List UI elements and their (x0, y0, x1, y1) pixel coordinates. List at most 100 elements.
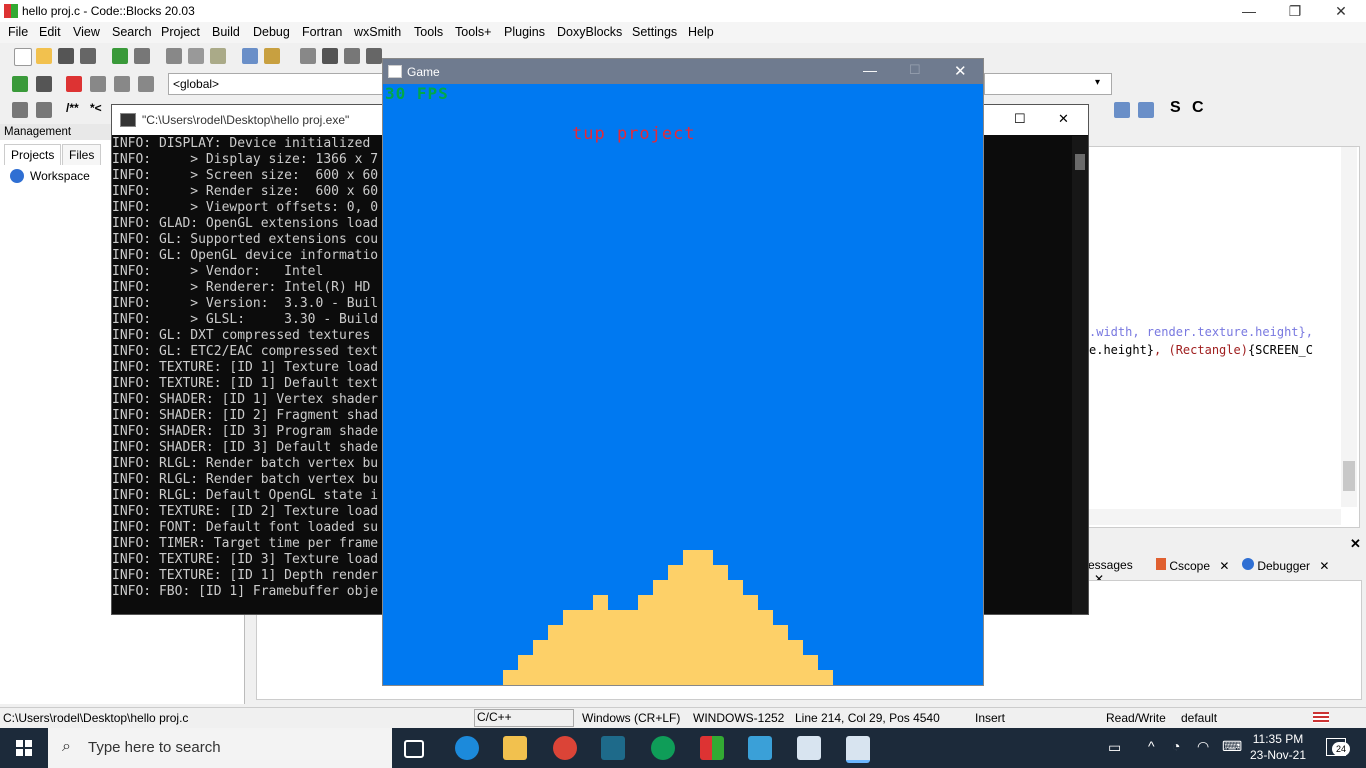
build-gear-icon[interactable] (300, 48, 316, 64)
build-run-icon[interactable] (344, 48, 360, 64)
task-view-icon[interactable] (404, 740, 424, 758)
new-file-icon[interactable] (14, 48, 32, 66)
doc-comment-button[interactable]: /** (66, 101, 79, 115)
vertical-scrollbar[interactable] (1341, 147, 1357, 507)
scope-value: <global> (173, 77, 220, 91)
bookmark-prev-icon[interactable] (90, 76, 106, 92)
bookmark-toggle-icon[interactable] (66, 76, 82, 92)
workspace-node[interactable]: Workspace (30, 169, 90, 183)
console-line: INFO: > Render size: 600 x 60 (112, 184, 379, 199)
tab-files[interactable]: Files (62, 144, 102, 165)
redo-icon[interactable] (134, 48, 150, 64)
game-close-button[interactable]: ✕ (954, 62, 967, 80)
paint-icon[interactable] (748, 736, 772, 760)
console-scrollbar-thumb[interactable] (1075, 154, 1085, 170)
zoom-out-icon[interactable] (1138, 102, 1154, 118)
indent-icon[interactable] (36, 102, 52, 118)
console-line: INFO: TEXTURE: [ID 1] Default text (112, 376, 379, 391)
console-line: INFO: TEXTURE: [ID 1] Texture load (112, 360, 379, 375)
forward-arrow-icon[interactable] (36, 76, 52, 92)
maximize-button[interactable]: ❐ (1272, 0, 1318, 22)
clock[interactable]: 11:35 PM 23-Nov-21 (1248, 732, 1308, 762)
tab-projects[interactable]: Projects (4, 144, 62, 165)
open-folder-icon[interactable] (36, 48, 52, 64)
game-taskbar-icon[interactable] (846, 736, 870, 763)
taskbar-search-box[interactable]: ⌕ Type here to search (48, 728, 392, 768)
menu-tools-plus[interactable]: Tools+ (455, 25, 491, 39)
scrollbar-thumb[interactable] (1343, 461, 1355, 491)
app-title-bar: hello proj.c - Code::Blocks 20.03 — ❐ ✕ (0, 0, 1366, 22)
scope-dropdown[interactable]: <global> (168, 73, 384, 95)
menu-build[interactable]: Build (212, 25, 240, 39)
console-line: INFO: GL: Supported extensions cou (112, 232, 379, 247)
menu-tools[interactable]: Tools (414, 25, 443, 39)
console-line: INFO: > Vendor: Intel (112, 264, 324, 279)
chrome-icon[interactable] (553, 736, 577, 760)
cut-icon[interactable] (166, 48, 182, 64)
console-line: INFO: FONT: Default font loaded su (112, 520, 379, 535)
menu-debug[interactable]: Debug (253, 25, 290, 39)
menu-plugins[interactable]: Plugins (504, 25, 545, 39)
run-icon[interactable] (322, 48, 338, 64)
game-maximize-button[interactable]: ☐ (909, 62, 921, 78)
menu-wxsmith[interactable]: wxSmith (354, 25, 401, 39)
menu-doxyblocks[interactable]: DoxyBlocks (557, 25, 622, 39)
menu-project[interactable]: Project (161, 25, 200, 39)
tab-cscope-label: Cscope (1169, 559, 1211, 573)
tab-messages[interactable]: essages ✕ (1088, 558, 1152, 586)
rebuild-icon[interactable] (366, 48, 382, 64)
keyboard-icon[interactable]: ⌨ (1222, 738, 1242, 755)
console-maximize-button[interactable]: ☐ (1014, 111, 1026, 127)
console-line: INFO: GLAD: OpenGL extensions load (112, 216, 379, 231)
chrome-profile-icon[interactable] (651, 736, 675, 760)
minimize-button[interactable]: — (1226, 0, 1272, 22)
file-explorer-icon[interactable] (503, 736, 527, 760)
menu-help[interactable]: Help (688, 25, 714, 39)
console-scrollbar[interactable] (1072, 136, 1088, 614)
inline-comment-button[interactable]: *< (90, 101, 102, 115)
save-icon[interactable] (58, 48, 74, 64)
c-icon[interactable]: C (1192, 99, 1204, 117)
paste-icon[interactable] (210, 48, 226, 64)
windows-start-icon[interactable] (16, 740, 32, 756)
edge-icon[interactable] (455, 736, 479, 760)
tab-debugger[interactable]: Debugger ✕ (1242, 558, 1329, 573)
game-minimize-button[interactable]: — (863, 62, 877, 78)
close-panel-icon[interactable]: ✕ (1350, 536, 1361, 552)
codeblocks-app-icon[interactable] (700, 736, 724, 760)
game-canvas[interactable]: 30 FPS tup project (383, 84, 983, 685)
chevron-up-icon[interactable]: ^ (1148, 738, 1155, 754)
console-line: INFO: GL: ETC2/EAC compressed text (112, 344, 379, 359)
close-button[interactable]: ✕ (1318, 0, 1364, 22)
stack-icon[interactable] (12, 102, 28, 118)
bookmark-next-icon[interactable] (114, 76, 130, 92)
copy-icon[interactable] (188, 48, 204, 64)
menu-file[interactable]: File (8, 25, 28, 39)
s-icon[interactable]: S (1170, 99, 1181, 117)
zoom-in-icon[interactable] (1114, 102, 1130, 118)
tab-debugger-close-icon[interactable]: ✕ (1319, 559, 1329, 573)
save-all-icon[interactable] (80, 48, 96, 64)
undo-icon[interactable] (112, 48, 128, 64)
tab-cscope-close-icon[interactable]: ✕ (1219, 559, 1229, 573)
find-icon[interactable] (242, 48, 258, 64)
menu-view[interactable]: View (73, 25, 100, 39)
menu-edit[interactable]: Edit (39, 25, 61, 39)
menu-settings[interactable]: Settings (632, 25, 677, 39)
function-dropdown[interactable]: ▾ (984, 73, 1112, 95)
menu-search[interactable]: Search (112, 25, 152, 39)
console-taskbar-icon[interactable] (797, 736, 821, 760)
network-icon[interactable]: ◔ (1172, 738, 1180, 754)
wifi-icon[interactable]: ◠ (1197, 738, 1209, 755)
console-close-button[interactable]: ✕ (1058, 111, 1069, 127)
sand-hill (503, 550, 833, 685)
back-arrow-icon[interactable] (12, 76, 28, 92)
menu-fortran[interactable]: Fortran (302, 25, 342, 39)
game-window[interactable]: Game — ☐ ✕ 30 FPS tup project (382, 58, 984, 686)
menubar: File Edit View Search Project Build Debu… (0, 22, 1366, 43)
tablet-mode-icon[interactable]: ▭ (1108, 739, 1121, 756)
tab-cscope[interactable]: Cscope ✕ (1156, 558, 1229, 573)
bookmark-clear-icon[interactable] (138, 76, 154, 92)
codeblocks-taskbar-icon[interactable] (601, 736, 625, 760)
replace-icon[interactable] (264, 48, 280, 64)
